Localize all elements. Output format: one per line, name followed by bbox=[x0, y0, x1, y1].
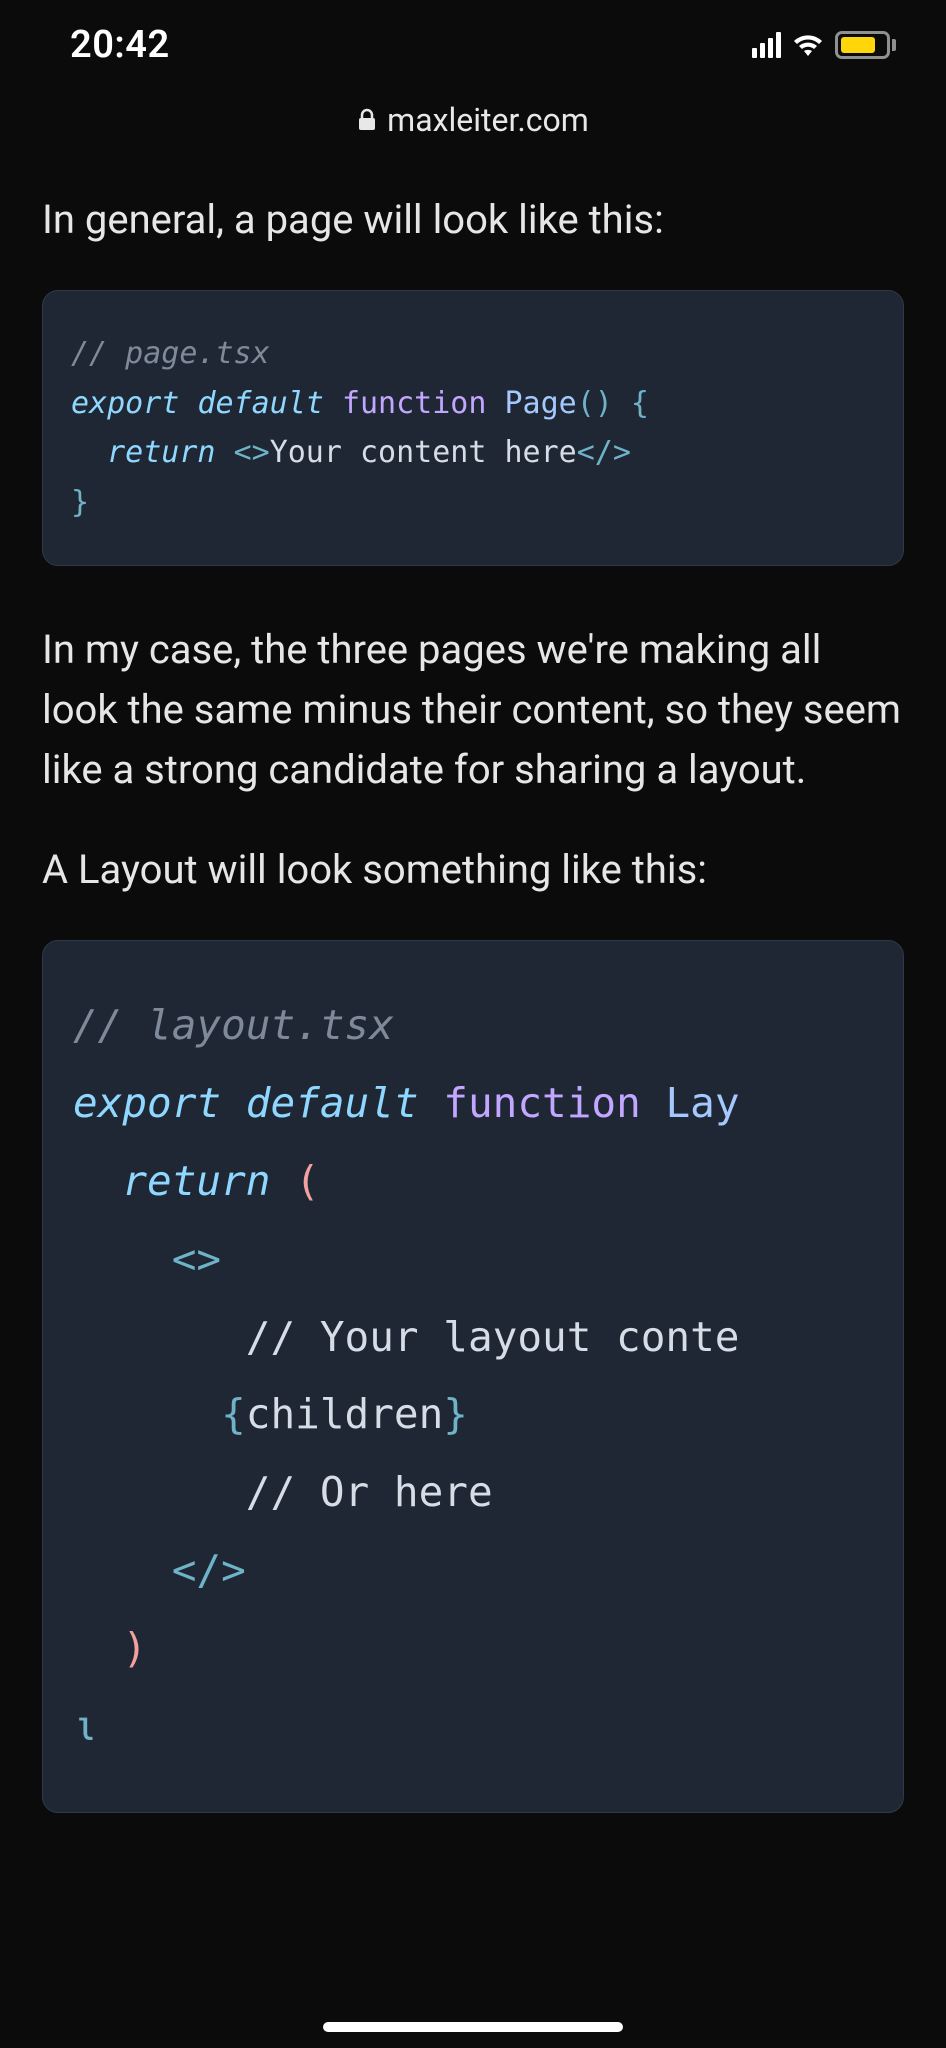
code-line: </> bbox=[73, 1532, 873, 1610]
lock-icon bbox=[357, 108, 377, 132]
code-line: ι bbox=[73, 1688, 873, 1766]
code-line: export default function Page() { bbox=[71, 379, 875, 429]
code-line: // Your layout conte bbox=[73, 1299, 873, 1377]
code-line: // page.tsx bbox=[71, 329, 875, 379]
code-block-page: // page.tsx export default function Page… bbox=[42, 290, 904, 566]
code-line: ) bbox=[73, 1610, 873, 1688]
code-line: {children} bbox=[73, 1376, 873, 1454]
home-indicator[interactable] bbox=[323, 2022, 623, 2032]
code-line: // layout.tsx bbox=[73, 987, 873, 1065]
code-line: } bbox=[71, 478, 875, 528]
browser-url-bar[interactable]: maxleiter.com bbox=[0, 90, 946, 150]
code-line: export default function Lay bbox=[73, 1065, 873, 1143]
url-domain: maxleiter.com bbox=[387, 101, 589, 139]
paragraph: In my case, the three pages we're making… bbox=[42, 620, 904, 800]
wifi-icon bbox=[791, 32, 825, 58]
code-line: return ( bbox=[73, 1143, 873, 1221]
status-time: 20:42 bbox=[70, 23, 170, 67]
article-content: In general, a page will look like this: … bbox=[0, 150, 946, 1813]
code-line: return <>Your content here</> bbox=[71, 428, 875, 478]
code-block-layout: // layout.tsx export default function La… bbox=[42, 940, 904, 1813]
code-line: <> bbox=[73, 1221, 873, 1299]
paragraph: In general, a page will look like this: bbox=[42, 190, 904, 250]
code-line: // Or here bbox=[73, 1454, 873, 1532]
battery-icon bbox=[835, 31, 896, 59]
status-bar: 20:42 bbox=[0, 0, 946, 90]
paragraph: A Layout will look something like this: bbox=[42, 840, 904, 900]
cellular-signal-icon bbox=[752, 32, 781, 58]
status-indicators bbox=[752, 31, 896, 59]
